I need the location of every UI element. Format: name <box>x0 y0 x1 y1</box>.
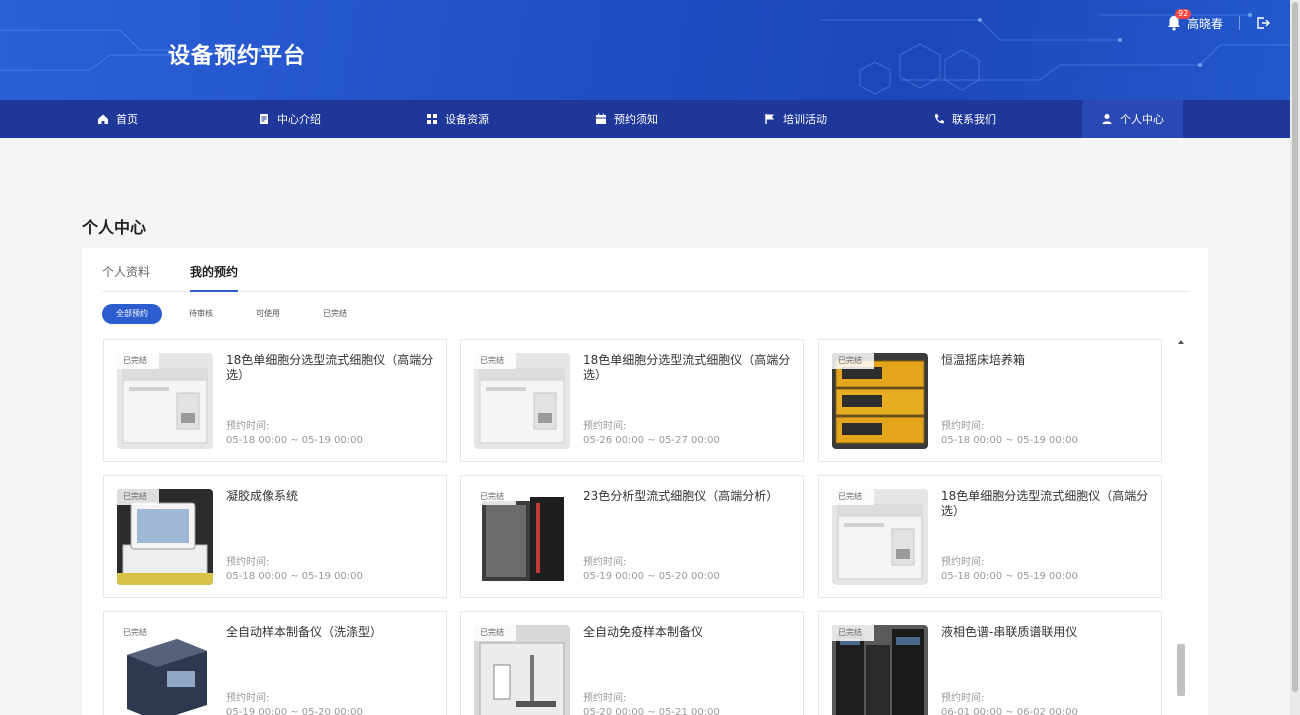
nav-booking-notice[interactable]: 预约须知 <box>595 100 658 138</box>
notification-badge: 92 <box>1174 9 1192 19</box>
equipment-name[interactable]: 全自动样本制备仪（洗涤型） <box>226 625 436 640</box>
reservation-card[interactable]: 已完结 全自动免疫样本制备仪 预约时间: 05-20 00:00 ~ 05-21… <box>460 611 804 715</box>
status-badge: 已完结 <box>474 353 516 369</box>
filter-all[interactable]: 全部预约 <box>102 304 162 324</box>
time-label: 预约时间: <box>941 557 985 568</box>
home-icon <box>98 114 108 124</box>
filter-available[interactable]: 可使用 <box>242 304 294 324</box>
filter-pending[interactable]: 待审核 <box>175 304 227 324</box>
status-badge: 已完结 <box>117 489 159 505</box>
status-badge: 已完结 <box>117 353 159 369</box>
nav-label: 培训活动 <box>783 113 827 126</box>
site-title: 设备预约平台 <box>168 44 307 69</box>
status-badge: 已完结 <box>117 625 159 641</box>
nav-label: 个人中心 <box>1120 113 1164 126</box>
reservation-card[interactable]: 已完结 18色单细胞分选型流式细胞仪（高端分选） 预约时间: 05-18 00:… <box>818 475 1162 598</box>
reservation-card[interactable]: 已完结 恒温摇床培养箱 预约时间: 05-18 00:00 ~ 05-19 00… <box>818 339 1162 462</box>
site-header: 设备预约平台 92 高晓春 <box>0 0 1290 100</box>
time-range: 05-26 00:00 ~ 05-27 00:00 <box>583 435 720 446</box>
equipment-name[interactable]: 23色分析型流式细胞仪（高端分析） <box>583 489 793 504</box>
time-range: 06-01 00:00 ~ 06-02 00:00 <box>941 707 1078 715</box>
equipment-name[interactable]: 凝胶成像系统 <box>226 489 436 504</box>
status-badge: 已完结 <box>474 625 516 641</box>
phone-icon <box>934 114 944 124</box>
grid-icon <box>427 114 437 124</box>
time-label: 预约时间: <box>941 693 985 704</box>
status-badge: 已完结 <box>832 353 874 369</box>
reservation-card[interactable]: 已完结 18色单细胞分选型流式细胞仪（高端分选） 预约时间: 05-26 00:… <box>460 339 804 462</box>
nav-about[interactable]: 中心介绍 <box>258 100 321 138</box>
status-badge: 已完结 <box>832 625 874 641</box>
reservation-card[interactable]: 已完结 液相色谱-串联质谱联用仪 预约时间: 06-01 00:00 ~ 06-… <box>818 611 1162 715</box>
nav-equipment[interactable]: 设备资源 <box>426 100 489 138</box>
reservation-card[interactable]: 已完结 23色分析型流式细胞仪（高端分析） 预约时间: 05-19 00:00 … <box>460 475 804 598</box>
time-range: 05-19 00:00 ~ 05-20 00:00 <box>583 571 720 582</box>
time-label: 预约时间: <box>226 421 270 432</box>
time-label: 预约时间: <box>226 557 270 568</box>
document-icon <box>260 114 268 124</box>
time-range: 05-19 00:00 ~ 05-20 00:00 <box>226 707 363 715</box>
filter-completed[interactable]: 已完结 <box>309 304 361 324</box>
nav-home[interactable]: 首页 <box>97 100 138 138</box>
time-label: 预约时间: <box>583 421 627 432</box>
flag-icon <box>765 114 774 124</box>
user-name[interactable]: 高晓春 <box>1187 15 1223 32</box>
equipment-name[interactable]: 恒温摇床培养箱 <box>941 353 1151 368</box>
user-area: 92 高晓春 <box>1167 9 1270 34</box>
tab-profile[interactable]: 个人资料 <box>102 264 150 292</box>
equipment-name[interactable]: 18色单细胞分选型流式细胞仪（高端分选） <box>583 353 793 383</box>
scroll-up-arrow[interactable] <box>1178 340 1184 344</box>
time-range: 05-20 00:00 ~ 05-21 00:00 <box>583 707 720 715</box>
time-range: 05-18 00:00 ~ 05-19 00:00 <box>226 435 363 446</box>
time-range: 05-18 00:00 ~ 05-19 00:00 <box>941 435 1078 446</box>
divider <box>1239 16 1240 30</box>
personal-center-panel: 个人资料 我的预约 全部预约 待审核 可使用 已完结 已完结 18色单细胞分选型… <box>82 248 1208 715</box>
user-icon <box>1102 114 1112 124</box>
logout-icon[interactable] <box>1256 16 1270 30</box>
notification-bell[interactable]: 92 <box>1167 9 1192 31</box>
reservation-card[interactable]: 已完结 凝胶成像系统 预约时间: 05-18 00:00 ~ 05-19 00:… <box>103 475 447 598</box>
nav-personal-center[interactable]: 个人中心 <box>1082 100 1183 138</box>
status-badge: 已完结 <box>832 489 874 505</box>
main-nav: 首页 中心介绍 设备资源 预约须知 培训活动 联系我们 个人中心 <box>0 100 1290 138</box>
time-label: 预约时间: <box>226 693 270 704</box>
equipment-name[interactable]: 全自动免疫样本制备仪 <box>583 625 793 640</box>
page-title: 个人中心 <box>82 218 147 237</box>
page-scrollbar-thumb[interactable] <box>1292 2 1298 692</box>
nav-label: 设备资源 <box>445 113 489 126</box>
nav-label: 首页 <box>116 113 138 126</box>
nav-training[interactable]: 培训活动 <box>764 100 827 138</box>
tab-bar: 个人资料 我的预约 <box>102 264 1188 292</box>
list-scrollbar[interactable] <box>1176 340 1186 715</box>
list-scrollbar-thumb[interactable] <box>1177 644 1185 696</box>
reservation-card[interactable]: 已完结 全自动样本制备仪（洗涤型） 预约时间: 05-19 00:00 ~ 05… <box>103 611 447 715</box>
time-label: 预约时间: <box>941 421 985 432</box>
time-label: 预约时间: <box>583 557 627 568</box>
status-badge: 已完结 <box>474 489 516 505</box>
nav-label: 中心介绍 <box>277 113 321 126</box>
equipment-name[interactable]: 18色单细胞分选型流式细胞仪（高端分选） <box>226 353 436 383</box>
tab-my-reservations[interactable]: 我的预约 <box>190 264 239 292</box>
reservation-card[interactable]: 已完结 18色单细胞分选型流式细胞仪（高端分选） 预约时间: 05-18 00:… <box>103 339 447 462</box>
nav-label: 联系我们 <box>952 113 996 126</box>
time-range: 05-18 00:00 ~ 05-19 00:00 <box>941 571 1078 582</box>
time-range: 05-18 00:00 ~ 05-19 00:00 <box>226 571 363 582</box>
nav-label: 预约须知 <box>614 113 658 126</box>
time-label: 预约时间: <box>583 693 627 704</box>
equipment-name[interactable]: 18色单细胞分选型流式细胞仪（高端分选） <box>941 489 1151 519</box>
calendar-icon <box>596 113 606 124</box>
equipment-name[interactable]: 液相色谱-串联质谱联用仪 <box>941 625 1151 640</box>
nav-contact[interactable]: 联系我们 <box>933 100 996 138</box>
